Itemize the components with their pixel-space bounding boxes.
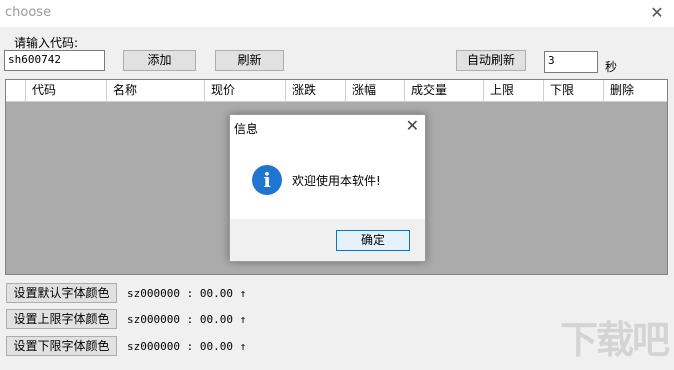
grid-header: 代码 名称 现价 涨跌 涨幅 成交量 上限 下限 删除: [6, 80, 667, 102]
set-default-color-button[interactable]: 设置默认字体颜色: [6, 283, 117, 303]
info-dialog: 信息 ✕ i 欢迎使用本软件! 确定: [229, 114, 426, 262]
column-header-volume[interactable]: 成交量: [405, 80, 484, 101]
column-header-change[interactable]: 涨跌: [286, 80, 346, 101]
column-header-delete[interactable]: 删除: [604, 80, 667, 101]
set-upper-color-button[interactable]: 设置上限字体颜色: [6, 309, 117, 329]
watermark-logo: 下载吧: [559, 318, 670, 362]
window-title: choose: [5, 5, 52, 20]
dialog-message: 欢迎使用本软件!: [292, 174, 381, 188]
column-header-price[interactable]: 现价: [205, 80, 286, 101]
code-input[interactable]: sh600742: [4, 50, 105, 71]
upper-color-preview: sz000000 : 00.00 ↑: [127, 313, 247, 326]
interval-input[interactable]: 3: [544, 51, 598, 73]
dialog-footer: 确定: [230, 219, 425, 261]
grid-corner: [6, 80, 26, 101]
column-header-lower-limit[interactable]: 下限: [544, 80, 604, 101]
close-icon[interactable]: ✕: [648, 4, 666, 22]
ok-button[interactable]: 确定: [336, 230, 410, 251]
column-header-upper-limit[interactable]: 上限: [484, 80, 544, 101]
column-header-name[interactable]: 名称: [107, 80, 205, 101]
refresh-button[interactable]: 刷新: [215, 50, 284, 71]
info-icon: i: [252, 165, 282, 195]
dialog-title: 信息: [234, 122, 259, 136]
dialog-close-icon[interactable]: ✕: [406, 116, 419, 135]
title-bar: choose ✕: [0, 0, 674, 27]
code-label: 请输入代码:: [14, 36, 79, 50]
column-header-change-pct[interactable]: 涨幅: [346, 80, 405, 101]
auto-refresh-button[interactable]: 自动刷新: [456, 50, 526, 71]
seconds-label: 秒: [605, 60, 618, 74]
column-header-code[interactable]: 代码: [26, 80, 107, 101]
set-lower-color-button[interactable]: 设置下限字体颜色: [6, 336, 117, 356]
add-button[interactable]: 添加: [123, 50, 196, 71]
lower-color-preview: sz000000 : 00.00 ↑: [127, 340, 247, 353]
default-color-preview: sz000000 : 00.00 ↑: [127, 287, 247, 300]
